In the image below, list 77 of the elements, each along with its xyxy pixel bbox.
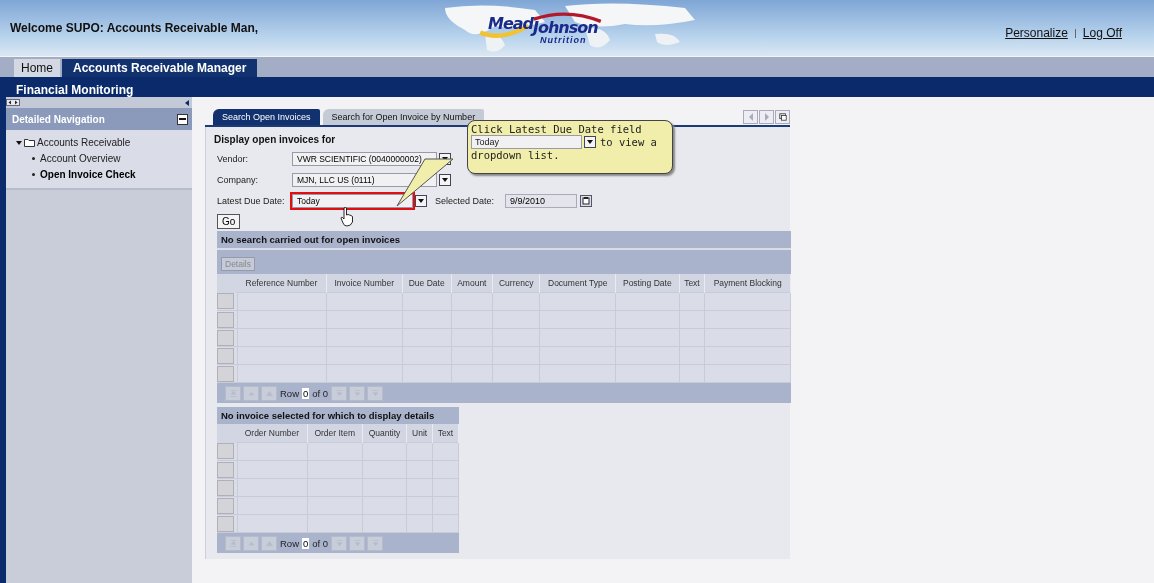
field-label: Company: <box>217 174 260 185</box>
page-button[interactable] <box>331 385 348 401</box>
hand-cursor-icon <box>340 207 354 227</box>
column-header[interactable]: Currency <box>492 274 540 293</box>
dropdown-field: Today <box>471 135 582 149</box>
table-title: No search carried out for open invoices <box>217 231 791 248</box>
date-field[interactable]: 9/9/2010 <box>505 193 577 208</box>
page-button[interactable] <box>367 535 384 551</box>
section-heading: Display open invoices for <box>214 134 336 145</box>
bullet-icon <box>32 173 35 176</box>
page-button[interactable] <box>261 535 277 551</box>
header-link[interactable]: Log Off <box>1082 26 1122 40</box>
row-selector[interactable] <box>217 311 234 328</box>
field-label: Selected Date: <box>435 195 496 206</box>
collapse-arrows-icon[interactable] <box>6 99 20 106</box>
row-selector[interactable] <box>217 515 234 532</box>
callout-text: dropdown list. <box>471 149 561 161</box>
callout-text: Click Latest Due Date field <box>471 123 643 135</box>
page-button[interactable] <box>225 385 241 401</box>
pager-label: of 0 <box>312 537 329 549</box>
bullet-icon <box>32 157 35 160</box>
page-button[interactable] <box>331 535 348 551</box>
column-header[interactable]: Reference Number <box>237 274 327 293</box>
page-title[interactable]: Financial Monitoring <box>16 83 134 97</box>
row-selector[interactable] <box>217 497 234 514</box>
row-number-field[interactable]: 0 <box>302 387 310 399</box>
table-title: No invoice selected for which to display details <box>217 407 459 424</box>
row-number-field[interactable]: 0 <box>302 537 310 549</box>
page-button[interactable] <box>243 385 259 401</box>
tab[interactable]: Search Open Invoices <box>213 109 320 125</box>
row-selector[interactable] <box>217 293 234 310</box>
calendar-icon[interactable] <box>580 194 592 207</box>
column-header[interactable]: Document Type <box>539 274 616 293</box>
row-selector[interactable] <box>217 365 234 382</box>
tab[interactable]: Search for Open Invoice by Number <box>322 109 485 125</box>
tree-item[interactable]: Accounts Receivable <box>37 137 131 148</box>
column-header[interactable]: Amount <box>451 274 493 293</box>
pager-label: of 0 <box>312 387 329 399</box>
nav-tab[interactable]: Accounts Receivable Manager <box>62 59 258 77</box>
arrow-left-icon[interactable] <box>185 99 189 106</box>
tree-item[interactable]: Account Overview <box>40 153 121 164</box>
column-header[interactable]: Quantity <box>362 424 407 443</box>
pager-label: Row <box>280 387 299 399</box>
expanded-icon[interactable] <box>16 139 22 146</box>
column-header[interactable]: Order Item <box>307 424 363 443</box>
column-header[interactable]: Due Date <box>402 274 452 293</box>
welcome-text: Welcome SUPO: Accounts Receivable Man, <box>10 21 259 35</box>
column-header[interactable]: Text <box>432 424 459 443</box>
page-button[interactable] <box>367 385 384 401</box>
page-button[interactable] <box>349 385 366 401</box>
row-selector[interactable] <box>217 347 234 364</box>
column-header[interactable]: Posting Date <box>615 274 680 293</box>
page-button[interactable] <box>261 385 277 401</box>
company-logo[interactable]: MeadJohnson Nutrition <box>478 6 618 52</box>
column-header[interactable]: Text <box>679 274 705 293</box>
row-selector[interactable] <box>217 461 234 478</box>
column-header[interactable]: Invoice Number <box>326 274 403 293</box>
pager-label: Row <box>280 537 299 549</box>
callout-text: to view a <box>600 136 657 148</box>
page-button[interactable] <box>225 535 241 551</box>
row-selector[interactable] <box>217 479 234 496</box>
row-selector[interactable] <box>217 443 234 460</box>
folder-icon <box>24 138 35 147</box>
panel-title: Detailed Navigation <box>12 113 105 125</box>
field-label: Latest Due Date: <box>217 195 286 206</box>
nav-tab[interactable]: Home <box>14 59 60 77</box>
minimize-icon[interactable] <box>177 113 188 125</box>
header-link[interactable]: Personalize <box>1005 26 1068 40</box>
column-header[interactable]: Unit <box>406 424 433 443</box>
tree-item[interactable]: Open Invoice Check <box>40 169 136 180</box>
row-selector[interactable] <box>217 329 234 346</box>
page-button[interactable] <box>349 535 366 551</box>
column-header[interactable]: Order Number <box>237 424 308 443</box>
column-header[interactable]: Payment Blocking <box>704 274 791 293</box>
field-label: Vendor: <box>217 153 250 164</box>
page-button[interactable] <box>243 535 259 551</box>
go-button[interactable]: Go <box>217 214 241 229</box>
